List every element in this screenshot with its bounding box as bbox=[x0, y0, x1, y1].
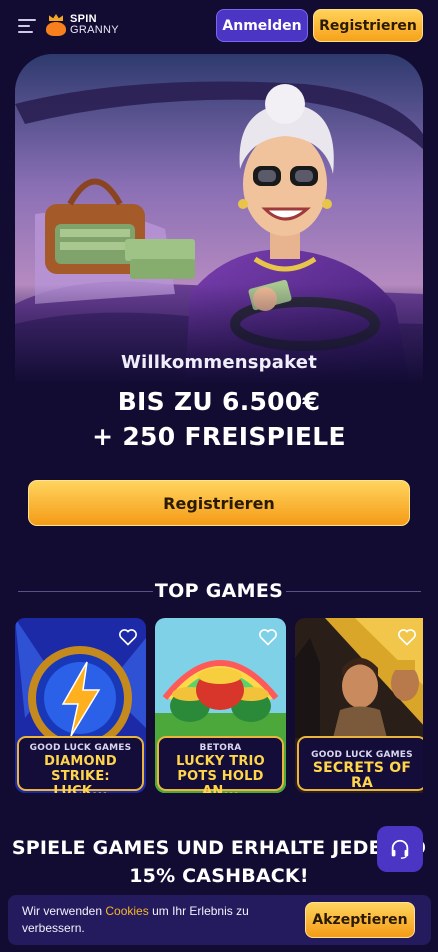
game-provider: GOOD LUCK GAMES bbox=[29, 743, 132, 753]
cashback-line2: 15% CASHBACK! bbox=[129, 865, 309, 887]
game-label: BETORA LUCKY TRIO POTS HOLD AN... bbox=[157, 736, 284, 793]
promo-title-line1: BIS ZU 6.500€ bbox=[117, 387, 321, 416]
logo-line2: GRANNY bbox=[70, 24, 119, 36]
game-card-secrets-of-ra[interactable]: GOOD LUCK GAMES SECRETS OF RA bbox=[295, 618, 423, 793]
accept-cookies-button[interactable]: Akzeptieren bbox=[305, 902, 415, 938]
game-card-diamond-strike[interactable]: GOOD LUCK GAMES DIAMOND STRIKE: LUCK... bbox=[15, 618, 146, 793]
headset-icon bbox=[391, 839, 409, 859]
cookie-text: Wir verwenden Cookies um Ihr Erlebnis zu… bbox=[22, 904, 249, 935]
cookies-link[interactable]: Cookies bbox=[105, 904, 148, 918]
game-label: GOOD LUCK GAMES DIAMOND STRIKE: LUCK... bbox=[17, 736, 144, 793]
support-chat-button[interactable] bbox=[377, 826, 423, 872]
favorite-heart-icon[interactable] bbox=[118, 627, 138, 647]
game-name: SECRETS OF RA bbox=[312, 760, 412, 791]
cookie-banner: Wir verwenden Cookies um Ihr Erlebnis zu… bbox=[8, 895, 431, 945]
game-card-lucky-trio-pots[interactable]: BETORA LUCKY TRIO POTS HOLD AN... bbox=[155, 618, 286, 793]
game-provider: BETORA bbox=[199, 743, 242, 753]
register-button-main[interactable]: Registrieren bbox=[28, 480, 410, 526]
game-name: LUCKY TRIO POTS HOLD AN... bbox=[176, 754, 265, 793]
top-games-title: TOP GAMES bbox=[154, 580, 284, 602]
cashback-promo: SPIELE GAMES UND ERHALTE JEDE WO 15% CAS… bbox=[0, 834, 438, 890]
header: SPIN GRANNY Anmelden Registrieren bbox=[0, 0, 438, 52]
hero-banner bbox=[15, 54, 423, 384]
register-button-header[interactable]: Registrieren bbox=[313, 9, 423, 42]
granny-logo-icon bbox=[46, 14, 66, 36]
login-button[interactable]: Anmelden bbox=[216, 9, 308, 42]
promo-title: BIS ZU 6.500€ + 250 FREISPIELE bbox=[0, 384, 438, 454]
favorite-heart-icon[interactable] bbox=[258, 627, 278, 647]
top-games-heading: TOP GAMES bbox=[0, 577, 438, 605]
menu-icon[interactable] bbox=[18, 19, 36, 33]
game-label: GOOD LUCK GAMES SECRETS OF RA bbox=[297, 736, 423, 791]
hero-granny-car-illustration bbox=[15, 54, 423, 384]
promo-title-line2: + 250 FREISPIELE bbox=[92, 422, 346, 451]
cashback-line1: SPIELE GAMES UND ERHALTE JEDE WO bbox=[11, 837, 427, 859]
game-name: DIAMOND STRIKE: LUCK... bbox=[44, 754, 117, 793]
favorite-heart-icon[interactable] bbox=[397, 627, 417, 647]
game-provider: GOOD LUCK GAMES bbox=[311, 750, 413, 760]
logo[interactable]: SPIN GRANNY bbox=[46, 10, 126, 40]
promo-subtitle: Willkommenspaket bbox=[121, 352, 317, 373]
